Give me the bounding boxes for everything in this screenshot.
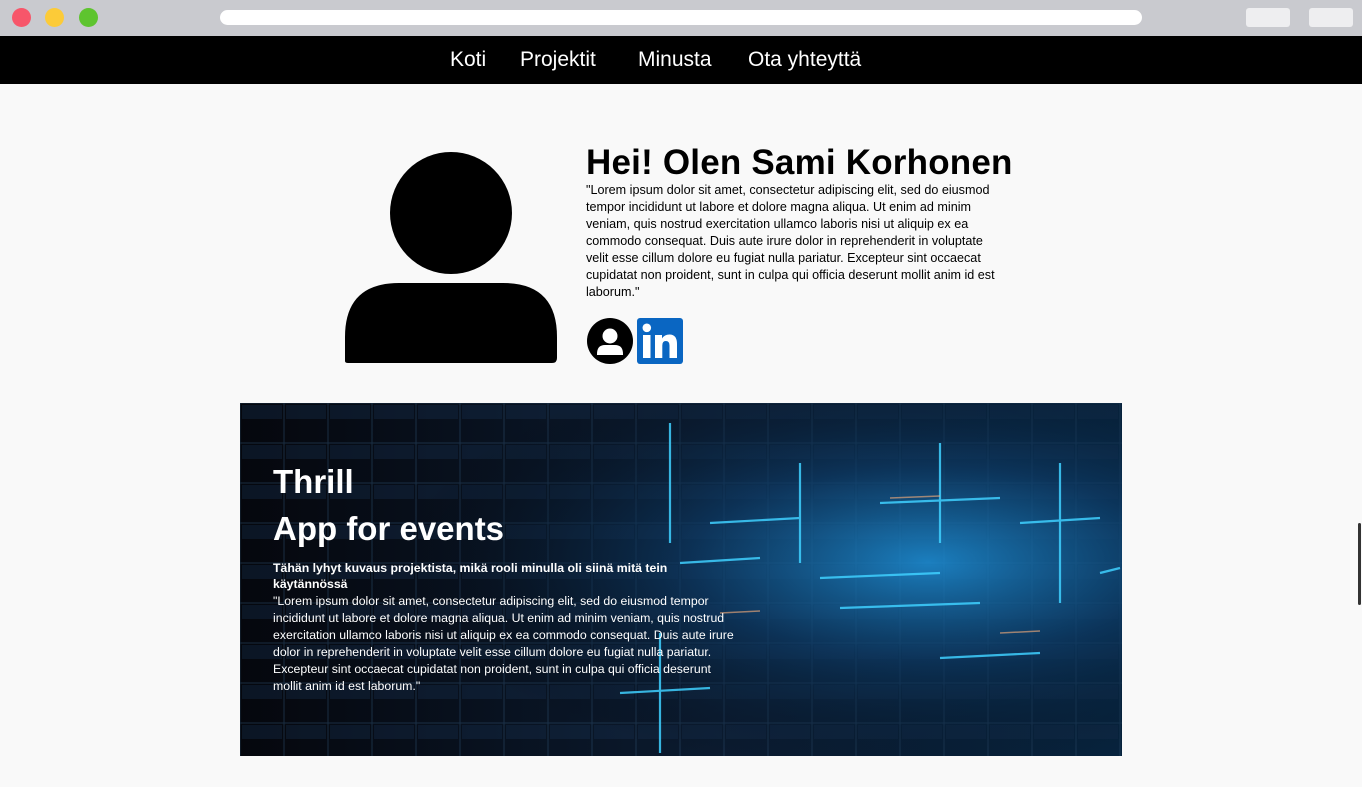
linkedin-icon[interactable] xyxy=(637,318,683,364)
browser-menu-button[interactable] xyxy=(1309,8,1353,27)
close-window-button[interactable] xyxy=(12,8,31,27)
main-navigation: Koti Projektit Minusta Ota yhteyttä xyxy=(0,36,1362,84)
nav-link-projektit[interactable]: Projektit xyxy=(520,48,596,72)
profile-avatar-icon xyxy=(345,152,557,363)
hero-title: Hei! Olen Sami Korhonen xyxy=(586,143,1013,182)
nav-link-minusta[interactable]: Minusta xyxy=(638,48,712,72)
browser-action-button[interactable] xyxy=(1246,8,1290,27)
browser-toolbar xyxy=(0,0,1362,36)
project-subtitle-heading: App for events xyxy=(273,510,505,547)
user-circle-icon[interactable] xyxy=(587,318,633,364)
maximize-window-button[interactable] xyxy=(79,8,98,27)
project-title: Thrill xyxy=(273,463,354,500)
nav-link-ota-yhteytta[interactable]: Ota yhteyttä xyxy=(748,48,861,72)
page-scrollbar[interactable] xyxy=(1358,523,1361,605)
project-role-description: Tähän lyhyt kuvaus projektista, mikä roo… xyxy=(273,561,668,591)
project-description: "Lorem ipsum dolor sit amet, consectetur… xyxy=(273,594,734,693)
hero-description: "Lorem ipsum dolor sit amet, consectetur… xyxy=(586,183,995,299)
address-bar[interactable] xyxy=(220,10,1142,25)
nav-link-koti[interactable]: Koti xyxy=(450,48,486,72)
minimize-window-button[interactable] xyxy=(45,8,64,27)
